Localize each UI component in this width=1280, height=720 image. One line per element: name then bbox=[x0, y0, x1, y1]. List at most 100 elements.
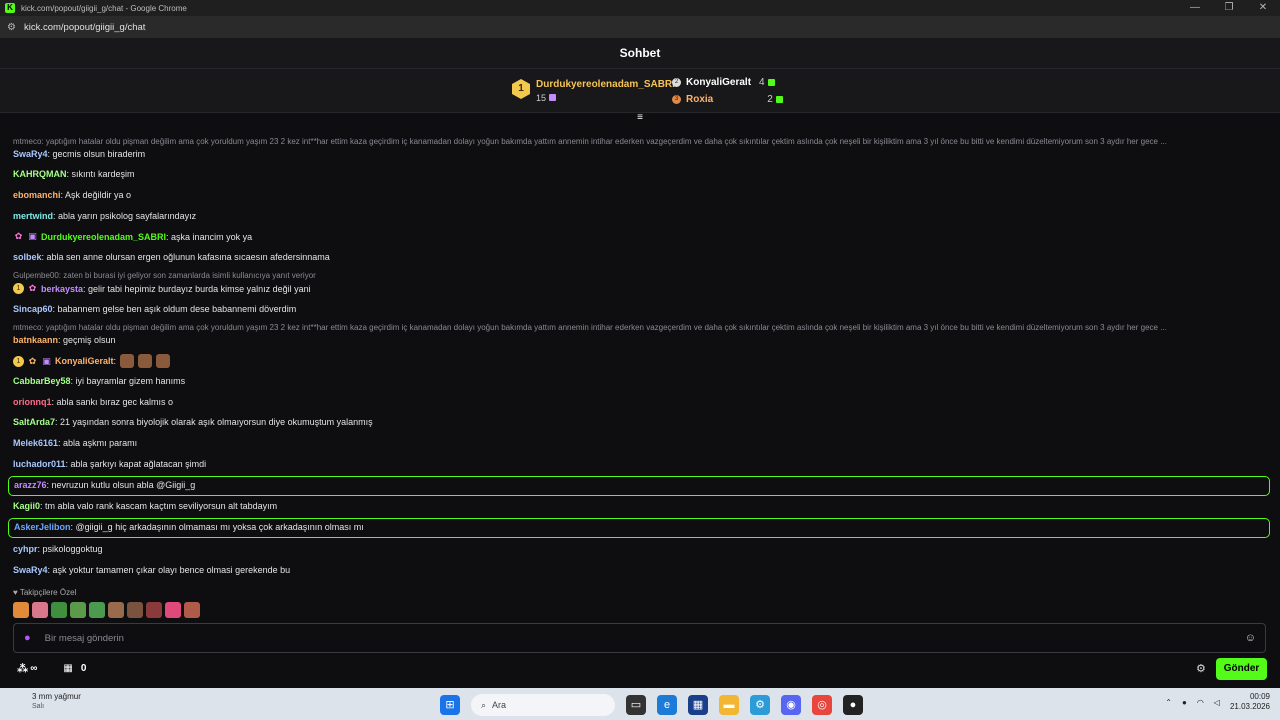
chat-text: : bbox=[113, 356, 117, 366]
emote-icon[interactable] bbox=[108, 602, 124, 618]
rank-badge-icon: 1 bbox=[512, 79, 530, 99]
points-icon[interactable]: ⁂ bbox=[17, 662, 28, 675]
gift-icon bbox=[767, 79, 775, 86]
task-view-icon[interactable]: ▭ bbox=[626, 695, 646, 715]
leaderboard-third[interactable]: 3 Roxia 2 bbox=[672, 94, 783, 105]
chat-text: : psikologgoktug bbox=[37, 544, 103, 554]
rank-3-icon: 3 bbox=[672, 95, 681, 104]
chat-message: CabbarBey58: iyi bayramlar gizem hanıms bbox=[13, 376, 185, 386]
minimize-button[interactable]: — bbox=[1178, 0, 1212, 16]
chat-username[interactable]: batnkaann bbox=[13, 335, 58, 345]
gift-icon bbox=[549, 94, 557, 101]
close-button[interactable]: ✕ bbox=[1246, 0, 1280, 16]
chat-username[interactable]: SwaRy4 bbox=[13, 565, 48, 575]
file-explorer-icon[interactable]: ▬ bbox=[719, 695, 739, 715]
gift-leaderboard: 1 Durdukyereolenadam_SABRI 15 2 KonyaliG… bbox=[0, 69, 1280, 113]
chat-text: : abla şarkıyı kapat ağlatacan şimdi bbox=[65, 459, 207, 469]
chat-message: 1 ✿ ▣ KonyaliGeralt: bbox=[13, 354, 171, 368]
mic-tray-icon[interactable]: ● bbox=[1182, 698, 1187, 707]
chat-username[interactable]: AskerJelibon bbox=[14, 522, 71, 532]
emote-icon[interactable] bbox=[89, 602, 105, 618]
volume-icon[interactable]: ◁ bbox=[1214, 698, 1220, 707]
chat-username[interactable]: berkaysta bbox=[41, 284, 83, 294]
butterfly-badge-icon: ✿ bbox=[14, 231, 23, 241]
chat-text: : sıkıntı kardeşim bbox=[66, 169, 135, 179]
chat-username[interactable]: Melek6161 bbox=[13, 438, 58, 448]
emote-icon[interactable] bbox=[146, 602, 162, 618]
chat-username[interactable]: cyhpr bbox=[13, 544, 38, 554]
chat-text: : aşka inancim yok ya bbox=[166, 231, 253, 242]
leaderboard-second[interactable]: 2 KonyaliGeralt 4 bbox=[672, 77, 775, 88]
maximize-button[interactable]: ❐ bbox=[1212, 0, 1246, 16]
reply-context: mtmeco: yaptığım hatalar oldu pişman değ… bbox=[13, 323, 1167, 332]
url-field[interactable]: kick.com/popout/giigii_g/chat bbox=[24, 22, 145, 33]
app-icon[interactable]: ● bbox=[843, 695, 863, 715]
emote-icon[interactable] bbox=[70, 602, 86, 618]
chat-message: AskerJelibon: @giigii_g hiç arkadaşının … bbox=[14, 522, 364, 532]
chat-message: cyhpr: psikologgoktug bbox=[13, 544, 103, 554]
chat-text: : abla yarın psikolog sayfalarındayız bbox=[53, 211, 197, 221]
store-app-icon[interactable]: ▦ bbox=[688, 695, 708, 715]
emote-icon[interactable] bbox=[127, 602, 143, 618]
chat-message: KAHRQMAN: sıkıntı kardeşim bbox=[13, 169, 135, 179]
leaderboard-second-name: KonyaliGeralt bbox=[686, 77, 752, 88]
start-icon[interactable]: ⊞ bbox=[440, 695, 460, 715]
emote-icon[interactable] bbox=[165, 602, 181, 618]
chrome-icon[interactable]: ◎ bbox=[812, 695, 832, 715]
gift-badge-icon: ▣ bbox=[42, 355, 51, 366]
chat-username[interactable]: Kagii0 bbox=[13, 501, 40, 511]
chat-username[interactable]: SwaRy4 bbox=[13, 149, 48, 159]
weather-widget[interactable]: 3 mm yağmur Salı bbox=[14, 692, 81, 710]
store-icon[interactable]: ▦ bbox=[63, 663, 72, 674]
chat-username[interactable]: KAHRQMAN bbox=[13, 169, 67, 179]
windows-taskbar: 3 mm yağmur Salı ⊞ ⌕ Ara ▭ e ▦ ▬ ⚙ ◉ ◎ ● … bbox=[0, 688, 1280, 720]
chat-header: Sohbet bbox=[0, 38, 1280, 69]
emote-icon[interactable] bbox=[32, 602, 48, 618]
chat-title: Sohbet bbox=[619, 46, 661, 60]
chat-message: arazz76: nevruzun kutlu olsun abla @Giig… bbox=[14, 480, 195, 490]
chat-username[interactable]: ebomanchi bbox=[13, 190, 61, 200]
chat-username[interactable]: SaltArda7 bbox=[13, 417, 55, 427]
chat-username[interactable]: Durdukyereolenadam_SABRI bbox=[41, 232, 166, 242]
weather-day: Salı bbox=[32, 703, 45, 710]
settings-gear-icon[interactable]: ⚙ bbox=[1196, 662, 1206, 675]
leaderboard-first[interactable]: 1 Durdukyereolenadam_SABRI 15 bbox=[512, 79, 675, 103]
gift-badge-icon: ▣ bbox=[28, 231, 37, 241]
send-button[interactable]: Gönder bbox=[1216, 658, 1267, 680]
chat-message: ✿ ▣ Durdukyereolenadam_SABRI: aşka inancim… bbox=[13, 231, 252, 242]
reply-context: Gulpembe00: zaten bi burasi iyi geliyor … bbox=[13, 271, 316, 280]
chat-username[interactable]: luchador011 bbox=[13, 459, 66, 469]
chat-text: : 21 yaşından sonra biyolojik olarak aşı… bbox=[55, 417, 373, 427]
clock[interactable]: 00:09 21.03.2026 bbox=[1230, 692, 1270, 712]
emoji-icon[interactable]: ☺ bbox=[1245, 632, 1256, 644]
emote-icon[interactable] bbox=[51, 602, 67, 618]
emote-icon[interactable] bbox=[184, 602, 200, 618]
emote-icon[interactable] bbox=[13, 602, 29, 618]
chat-message: luchador011: abla şarkıyı kapat ağlataca… bbox=[13, 459, 206, 469]
chat-username[interactable]: mertwind bbox=[13, 211, 53, 221]
chat-username[interactable]: solbek bbox=[13, 252, 42, 262]
site-info-icon[interactable]: ⚙ bbox=[7, 22, 16, 33]
chat-messages[interactable]: mtmeco: yaptığım hatalar oldu pişman değ… bbox=[0, 116, 1280, 584]
chat-message: 1 ✿ berkaysta: gelir tabi hepimiz burdayız… bbox=[13, 283, 311, 294]
chat-username[interactable]: arazz76 bbox=[14, 480, 47, 490]
chat-input[interactable]: ● Bir mesaj gönderin ☺ bbox=[13, 623, 1266, 653]
microphone-icon[interactable]: ● bbox=[24, 632, 31, 644]
points-value: ∞ bbox=[30, 663, 38, 674]
leaderboard-third-count: 2 bbox=[767, 94, 773, 105]
chat-text: : Aşk değildir ya o bbox=[60, 190, 132, 200]
chat-username[interactable]: CabbarBey58 bbox=[13, 376, 71, 386]
wifi-icon[interactable]: ◠ bbox=[1197, 698, 1204, 707]
edge-icon[interactable]: e bbox=[657, 695, 677, 715]
rank-1-badge-icon: 1 bbox=[13, 283, 24, 294]
chat-username[interactable]: orionnq1 bbox=[13, 397, 52, 407]
chat-username[interactable]: Sincap60 bbox=[13, 304, 53, 314]
chat-footer: ⁂ ∞ ▦ 0 bbox=[17, 662, 86, 675]
chevron-up-icon[interactable]: ⌃ bbox=[1165, 698, 1172, 707]
chat-username[interactable]: KonyaliGeralt bbox=[55, 356, 114, 366]
taskbar-search[interactable]: ⌕ Ara bbox=[471, 694, 615, 716]
discord-icon[interactable]: ◉ bbox=[781, 695, 801, 715]
chat-text: : nevruzun kutlu olsun abla @Giigii_g bbox=[46, 480, 196, 490]
settings-app-icon[interactable]: ⚙ bbox=[750, 695, 770, 715]
emote-icon bbox=[138, 354, 153, 368]
